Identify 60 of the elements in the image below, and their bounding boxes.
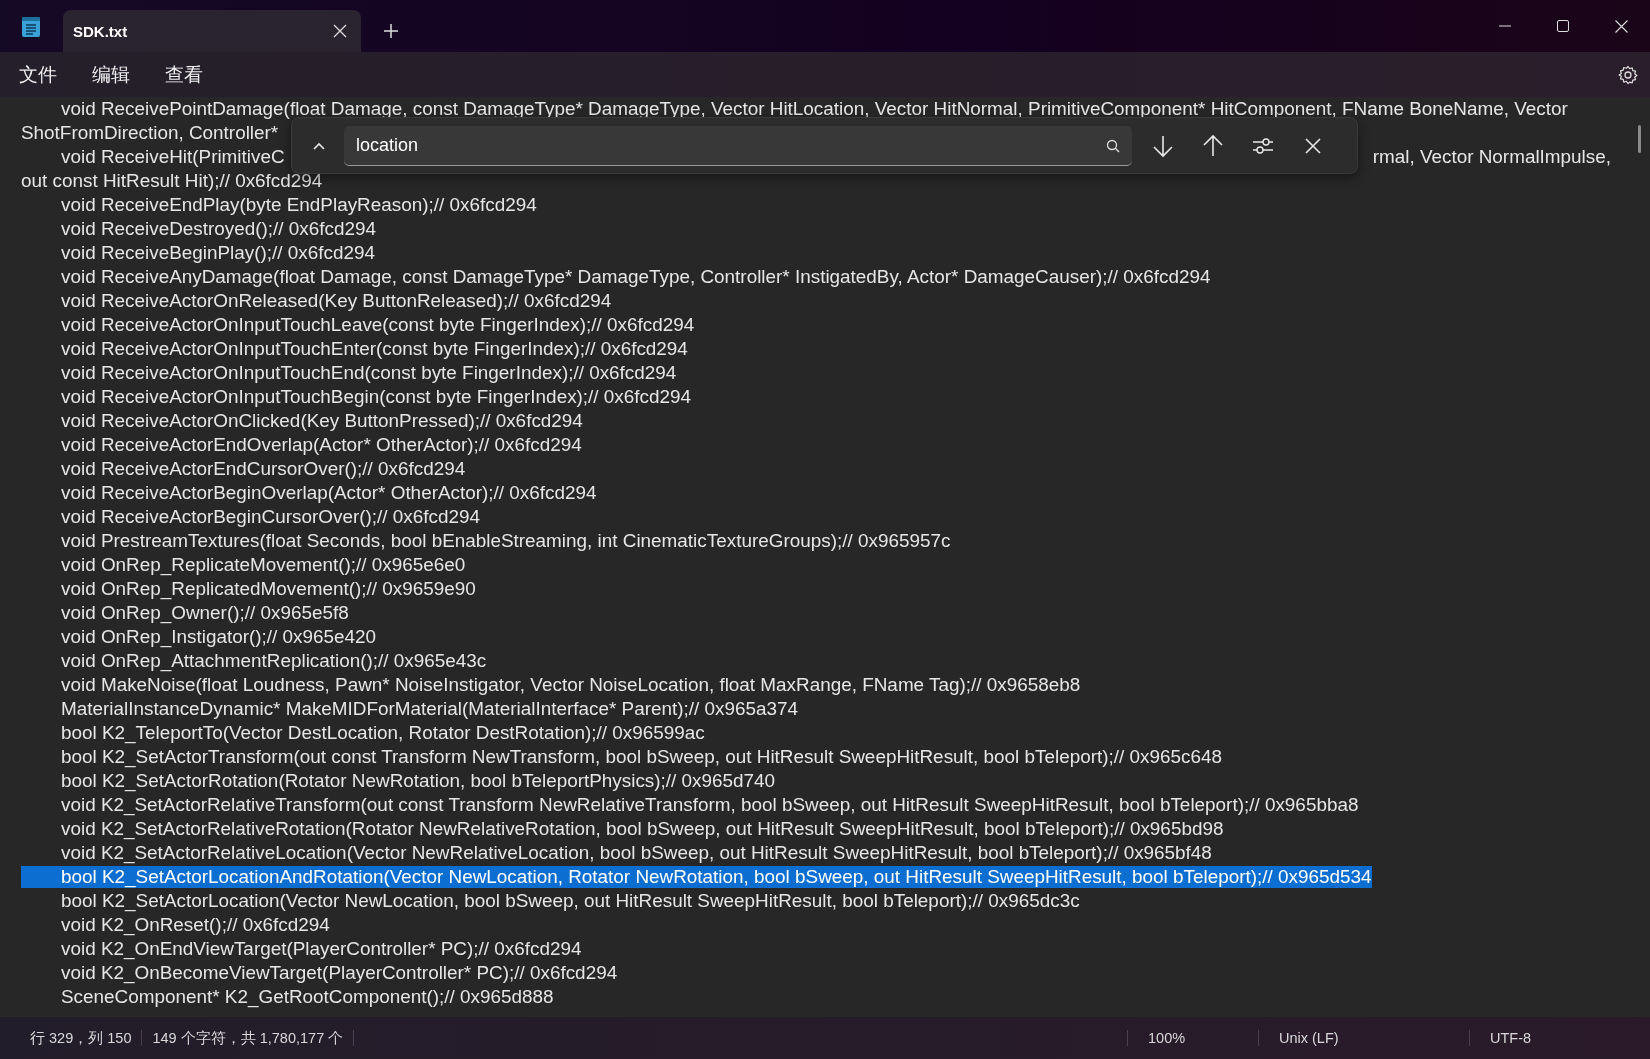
code-line: void K2_SetActorRelativeRotation(Rotator NewRelativeRotation, bool bSweep, out HitResult SweepHitResult, bool bTeleport);// 0x965bd98: [60, 818, 1224, 840]
code-line: void OnRep_AttachmentReplication();// 0x965e43c: [60, 650, 487, 672]
down-arrow-icon: [1152, 133, 1174, 158]
code-line: void OnRep_Owner();// 0x965e5f8: [60, 602, 349, 624]
scrollbar-thumb[interactable]: [1638, 125, 1641, 153]
close-icon[interactable]: [333, 24, 347, 38]
code-line: void ReceiveActorEndOverlap(Actor* OtherActor);// 0x6fcd294: [60, 434, 582, 456]
settings-icon[interactable]: [1618, 64, 1638, 85]
character-count: 149 个字符，共 1,780,177 个: [142, 1030, 355, 1046]
code-line: out const HitResult Hit);// 0x6fcd294: [21, 170, 323, 192]
code-line: void OnRep_ReplicateMovement();// 0x965e6e0: [60, 554, 466, 576]
code-line: MaterialInstanceDynamic* MakeMIDForMaterial(MaterialInterface* Parent);// 0x965a374: [60, 698, 799, 720]
code-line: void ReceiveActorEndCursorOver();// 0x6fcd294: [60, 458, 466, 480]
code-line: bool K2_SetActorRotation(Rotator NewRotation, bool bTeleportPhysics);// 0x965d740: [60, 770, 776, 792]
code-line: void ReceiveActorBeginCursorOver();// 0x6fcd294: [60, 506, 480, 528]
zoom-level[interactable]: 100%: [1128, 1030, 1259, 1046]
code-line: void ReceiveAnyDamage(float Damage, const DamageType* DamageType, Controller* InstigatedBy, Actor* DamageCauser);// 0x6fcd294: [60, 266, 1211, 288]
line-ending[interactable]: Unix (LF): [1259, 1030, 1470, 1046]
code-line: void ReceiveActorOnInputTouchEnd(const byte FingerIndex);// 0x6fcd294: [60, 362, 677, 384]
close-icon: [1304, 136, 1322, 155]
code-line: void K2_OnReset();// 0x6fcd294: [60, 914, 330, 936]
code-line: bool K2_TeleportTo(Vector DestLocation, Rotator DestRotation);// 0x96599ac: [60, 722, 705, 744]
maximize-icon[interactable]: [1557, 20, 1569, 32]
code-line: void OnRep_Instigator();// 0x965e420: [60, 626, 377, 648]
close-icon[interactable]: [1614, 19, 1628, 33]
code-line: void ReceiveDestroyed();// 0x6fcd294: [60, 218, 376, 240]
code-line: void ReceiveEndPlay(byte EndPlayReason);// 0x6fcd294: [60, 194, 537, 216]
add-tab-icon[interactable]: [383, 23, 399, 39]
code-line: void ReceivePointDamage(float Damage, const DamageType* DamageType, Vector HitLocation, Vector HitNormal, PrimitiveComponent* HitComponent, FName BoneName, Vector: [60, 98, 1568, 120]
code-line: void ReceiveHit(PrimitiveC: [60, 146, 285, 168]
code-line: void ReceiveActorOnClicked(Key ButtonPressed);// 0x6fcd294: [60, 410, 583, 432]
document-tab[interactable]: SDK.txt: [63, 10, 361, 52]
search-icon: [1106, 138, 1120, 153]
code-line: ShotFromDirection, Controller*: [21, 122, 279, 144]
encoding[interactable]: UTF-8: [1470, 1030, 1650, 1046]
menu-item[interactable]: 编辑: [81, 57, 141, 92]
search-field[interactable]: location: [344, 125, 1132, 166]
code-line: void ReceiveActorOnReleased(Key ButtonReleased);// 0x6fcd294: [60, 290, 612, 312]
up-arrow-icon: [1202, 133, 1224, 158]
code-line: void ReceiveActorOnInputTouchEnter(const byte FingerIndex);// 0x6fcd294: [60, 338, 688, 360]
code-line: bool K2_SetActorTransform(out const Transform NewTransform, bool bSweep, out HitResult SweepHitResult, bool bTeleport);// 0x965c648: [60, 746, 1222, 768]
code-line: void OnRep_ReplicatedMovement();// 0x9659e90: [60, 578, 476, 600]
code-line: void ReceiveActorOnInputTouchBegin(const byte FingerIndex);// 0x6fcd294: [60, 386, 692, 408]
code-line: void K2_OnEndViewTarget(PlayerController* PC);// 0x6fcd294: [60, 938, 582, 960]
sliders-icon: [1252, 135, 1274, 156]
code-line: void K2_OnBecomeViewTarget(PlayerController* PC);// 0x6fcd294: [60, 962, 618, 984]
code-line: void ReceiveActorOnInputTouchLeave(const byte FingerIndex);// 0x6fcd294: [60, 314, 695, 336]
menu-item[interactable]: 查看: [154, 57, 214, 92]
code-line: bool K2_SetActorLocation(Vector NewLocation, bool bSweep, out HitResult SweepHitResult, bool bTeleport);// 0x965dc3c: [60, 890, 1080, 912]
code-line: void MakeNoise(float Loudness, Pawn* NoiseInstigator, Vector NoiseLocation, float MaxRange, FName Tag);// 0x9658eb8: [60, 674, 1081, 696]
code-line: void ReceiveActorBeginOverlap(Actor* OtherActor);// 0x6fcd294: [60, 482, 597, 504]
cursor-position: 行 329，列 150: [0, 1030, 143, 1046]
code-line: void ReceiveBeginPlay();// 0x6fcd294: [60, 242, 375, 264]
code-line: rmal, Vector NormalImpulse,: [1372, 146, 1611, 168]
code-line: void K2_SetActorRelativeLocation(Vector NewRelativeLocation, bool bSweep, out HitResult SweepHitResult, bool bTeleport);// 0x965bf48: [60, 842, 1212, 864]
menu-item[interactable]: 文件: [8, 57, 68, 92]
code-line: void K2_SetActorRelativeTransform(out const Transform NewRelativeTransform, bool bSweep, out HitResult SweepHitResult, bool bTeleport);// 0x965bba8: [60, 794, 1359, 816]
code-line: SceneComponent* K2_GetRootComponent();// 0x965d888: [60, 986, 554, 1008]
code-line: void PrestreamTextures(float Seconds, bool bEnableStreaming, int CinematicTextureGroups);// 0x965957c: [60, 530, 951, 552]
notepad-icon: [21, 16, 41, 38]
